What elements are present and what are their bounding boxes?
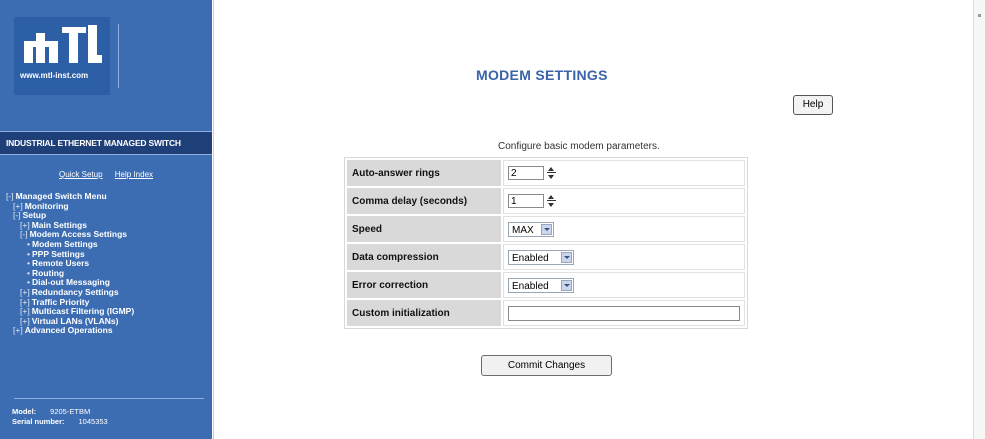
device-model-row: Model: 9205-ETBM — [12, 407, 108, 417]
error-correction-select[interactable]: Enabled — [508, 277, 574, 293]
mtl-logo-icon — [24, 25, 102, 63]
error-correction-label: Error correction — [347, 272, 501, 298]
comma-delay-spinner-icon[interactable] — [547, 194, 556, 208]
main-content: MODEM SETTINGS Help Configure basic mode… — [213, 0, 974, 439]
nav-item-label: Traffic Priority — [31, 296, 90, 307]
auto-answer-label: Auto-answer rings — [347, 160, 501, 186]
nav-item-label: PPP Settings — [31, 248, 85, 259]
mtl-logo: www.mtl-inst.com — [14, 17, 110, 95]
nav-item-prefix: [+] — [20, 286, 30, 297]
sidebar: www.mtl-inst.com INDUSTRIAL ETHERNET MAN… — [0, 0, 212, 439]
scroll-up-icon[interactable] — [978, 14, 981, 17]
nav-item-label: Multicast Filtering (IGMP) — [31, 306, 135, 317]
help-button[interactable]: Help — [793, 95, 833, 115]
comma-delay-cell: 1 — [503, 188, 745, 214]
nav-item-prefix: • — [27, 238, 30, 249]
nav-item-label: Monitoring — [24, 200, 69, 211]
nav-item-label: Virtual LANs (VLANs) — [31, 315, 119, 326]
nav-item-prefix: • — [27, 277, 30, 288]
nav-item-label: Routing — [31, 267, 65, 278]
data-compression-label: Data compression — [347, 244, 501, 270]
commit-changes-button[interactable]: Commit Changes — [481, 355, 612, 376]
modem-settings-table: Auto-answer rings 2 Comma delay (seconds… — [344, 157, 748, 329]
nav-item[interactable]: [+] Advanced Operations — [6, 326, 210, 336]
nav-item-prefix: [+] — [20, 306, 30, 317]
nav-item-prefix: • — [27, 258, 30, 269]
comma-delay-row: Comma delay (seconds) 1 — [347, 188, 745, 214]
quick-setup-link[interactable]: Quick Setup — [59, 170, 103, 179]
speed-select[interactable]: MAX — [508, 221, 554, 237]
nav-item-label: Modem Settings — [31, 238, 98, 249]
sidebar-divider — [14, 398, 204, 399]
nav-item-prefix: [-] — [13, 210, 21, 221]
comma-delay-label: Comma delay (seconds) — [347, 188, 501, 214]
nav-item-label: Remote Users — [31, 258, 90, 269]
data-compression-value: Enabled — [512, 252, 549, 264]
custom-init-input[interactable] — [508, 305, 740, 321]
custom-init-cell — [503, 300, 745, 326]
data-compression-row: Data compression Enabled — [347, 244, 745, 270]
nav-item-prefix: [+] — [13, 325, 23, 336]
nav-item-label: Main Settings — [31, 219, 87, 230]
device-info: Model: 9205-ETBM Serial number: 1045353 — [12, 407, 108, 427]
nav-tree: [-] Managed Switch Menu [+] Monitoring [-] Se… — [6, 191, 210, 336]
speed-label: Speed — [347, 216, 501, 242]
speed-cell: MAX — [503, 216, 745, 242]
auto-answer-cell: 2 — [503, 160, 745, 186]
speed-row: Speed MAX — [347, 216, 745, 242]
comma-delay-input[interactable]: 1 — [508, 194, 544, 208]
page-subtitle: Configure basic modem parameters. — [498, 141, 660, 152]
nav-item-label: Modem Access Settings — [29, 229, 128, 240]
auto-answer-spinner-icon[interactable] — [547, 166, 556, 180]
nav-item-prefix: [-] — [6, 191, 14, 201]
nav-item-label: Dial-out Messaging — [31, 277, 110, 288]
serial-label: Serial number: — [12, 417, 65, 426]
serial-value: 1045353 — [78, 417, 108, 426]
nav-item-label: Managed Switch Menu — [15, 191, 107, 201]
nav-item-label: Setup — [22, 210, 47, 221]
custom-init-row: Custom initialization — [347, 300, 745, 326]
product-title-bar: INDUSTRIAL ETHERNET MANAGED SWITCH — [0, 131, 212, 155]
error-correction-cell: Enabled — [503, 272, 745, 298]
logo-divider — [118, 24, 119, 88]
speed-value: MAX — [512, 224, 534, 236]
model-label: Model: — [12, 407, 37, 416]
nav-item-prefix: [-] — [20, 229, 28, 240]
help-index-link[interactable]: Help Index — [115, 170, 153, 179]
quick-links: Quick Setup Help Index — [0, 170, 212, 179]
data-compression-cell: Enabled — [503, 244, 745, 270]
device-serial-row: Serial number: 1045353 — [12, 417, 108, 427]
scrollbar[interactable] — [973, 0, 985, 439]
auto-answer-row: Auto-answer rings 2 — [347, 160, 745, 186]
page-title: MODEM SETTINGS — [476, 67, 608, 83]
error-correction-value: Enabled — [512, 280, 549, 292]
chevron-down-icon[interactable] — [561, 279, 572, 291]
data-compression-select[interactable]: Enabled — [508, 249, 574, 265]
product-title: INDUSTRIAL ETHERNET MANAGED SWITCH — [6, 138, 181, 148]
model-value: 9205-ETBM — [50, 407, 91, 416]
chevron-down-icon[interactable] — [541, 223, 552, 235]
auto-answer-input[interactable]: 2 — [508, 166, 544, 180]
nav-item-label: Redundancy Settings — [31, 286, 119, 297]
custom-init-label: Custom initialization — [347, 300, 501, 326]
chevron-down-icon[interactable] — [561, 251, 572, 263]
nav-item-label: Advanced Operations — [24, 325, 113, 336]
error-correction-row: Error correction Enabled — [347, 272, 745, 298]
logo-url: www.mtl-inst.com — [20, 71, 89, 80]
